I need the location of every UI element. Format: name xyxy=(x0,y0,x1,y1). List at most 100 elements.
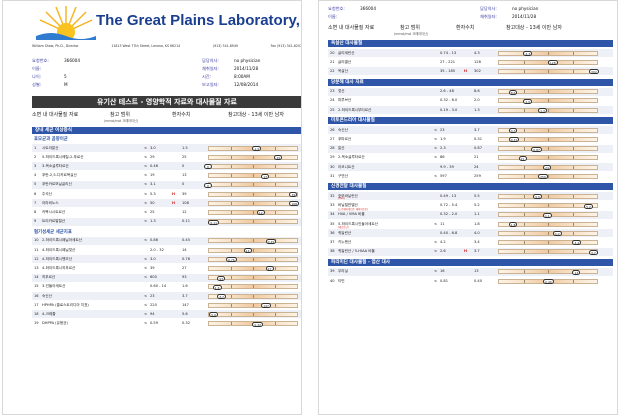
value-marker: 1.8 xyxy=(508,222,518,227)
info-value: 2014/11/28 xyxy=(234,66,259,71)
range-bar: 0 xyxy=(204,163,298,170)
high-flag: H xyxy=(172,191,176,196)
sun-logo-icon xyxy=(36,6,96,40)
analyte-name: HVA / VMA 비율 xyxy=(338,212,365,217)
patient-value: 13 xyxy=(474,269,479,274)
value-marker: 3.7 xyxy=(589,249,598,255)
analyte-name: 푸란-2,5-디카르복실산 xyxy=(42,173,77,178)
reference-range: 5.3 xyxy=(150,191,156,196)
bar-tick xyxy=(548,270,549,274)
bar-tick xyxy=(548,250,549,254)
high-flag: H xyxy=(172,200,176,205)
reference-range: 1.9 xyxy=(440,136,446,141)
p2-col-ref: 참고 범위 xyxy=(400,25,420,31)
patient-value: 0.11 xyxy=(182,219,191,224)
bar-tick xyxy=(231,155,232,159)
bar-tick xyxy=(275,220,276,224)
table-row: 10 2-하이드록시페닐아세트산 ≤0.86 0.45 0.45 xyxy=(32,236,302,245)
patient-value: 4.0 xyxy=(474,230,480,235)
reference-range: 1.3 xyxy=(150,219,156,224)
value-marker: 4.0 xyxy=(552,231,562,237)
bar-tick xyxy=(253,201,254,205)
range-bar: 0.31 xyxy=(498,136,598,143)
bar-tick xyxy=(572,147,573,151)
value-marker: 0.32 xyxy=(252,321,264,327)
patient-value: 93 xyxy=(182,275,187,280)
range-bar: 13 xyxy=(208,173,298,179)
reference-range: 39 xyxy=(150,265,155,270)
range-bar: 3.7 xyxy=(208,293,298,299)
bar-tick xyxy=(275,276,276,280)
reference-range: 27 - 221 xyxy=(440,59,456,64)
bar-tick xyxy=(572,99,573,103)
bar-tick xyxy=(548,194,549,198)
ref-operator: ≤ xyxy=(434,173,438,178)
bar-tick xyxy=(523,240,524,244)
bar-tick xyxy=(231,192,232,196)
reference-range: 29 xyxy=(150,154,155,159)
table-row: 21 글리콜산 27 - 221 128 128 xyxy=(328,58,613,66)
bar-tick xyxy=(231,146,232,150)
report-page-2: 요청번호: 366004 이름: 담당의사: no physician 채취일자: 2… xyxy=(318,0,618,415)
value-marker: 5.5 xyxy=(533,194,542,200)
reference-range: 23 xyxy=(440,127,445,132)
ref-operator: ≤ xyxy=(144,163,148,168)
bar-tick xyxy=(523,90,524,94)
bar-tick xyxy=(572,60,573,64)
range-bar: 25 xyxy=(208,154,298,161)
row-number: 28 xyxy=(330,146,335,151)
value-marker: 0.40 xyxy=(543,279,554,284)
reference-range: 2.6 - 48 xyxy=(440,89,454,94)
ref-operator: ≤ xyxy=(144,209,148,214)
patient-value: 25 xyxy=(182,154,187,159)
row-number: 37 xyxy=(330,239,335,244)
row-number: 30 xyxy=(330,164,335,169)
table-row: 22 옥살산 35 - 185 H 302 302 xyxy=(328,67,613,76)
table-row: 9 트리카르발릴산 ≤1.3 0.11 0.11 xyxy=(32,217,302,226)
bar-tick xyxy=(275,174,276,178)
bar-tick xyxy=(548,137,549,141)
reference-range: 0.19 - 3.0 xyxy=(440,107,458,112)
table-row: 25 2-하이드록시부티르산 0.19 - 3.0 1.3 1.3 xyxy=(328,106,613,114)
bar-tick xyxy=(231,239,232,243)
value-marker: 128 xyxy=(547,60,558,66)
analyte-name: 2-옥소글루타르산 xyxy=(338,155,365,160)
p2-physician-label: 담당의사: xyxy=(480,6,497,11)
value-marker: 108 xyxy=(289,201,300,207)
lab-name: The Great Plains Laboratory, Inc. xyxy=(96,12,302,29)
row-number: 13 xyxy=(34,265,39,270)
reference-range: 16 xyxy=(440,269,445,274)
patient-value: 39 xyxy=(182,191,187,196)
analyte-name: 4-하이드록시페닐젖산 xyxy=(42,247,76,252)
bar-tick xyxy=(523,194,524,198)
bar-tick xyxy=(253,239,254,243)
patient-value: 147 xyxy=(182,302,189,307)
column-headers: 소변 내 대사물질 자료 참고 범위 (mmol/mol 크레아티닌) 환자수치… xyxy=(32,111,302,125)
bar-tick xyxy=(523,165,524,169)
reference-range: 25 xyxy=(150,209,155,214)
analyte-name: 말산 xyxy=(338,146,345,151)
reference-range: 597 xyxy=(440,173,447,178)
bar-tick xyxy=(253,210,254,214)
bar-tick xyxy=(523,231,524,235)
bar-tick xyxy=(523,147,524,151)
info-label: 시간: xyxy=(202,74,212,79)
p2-col-ref-sub: (mmol/mol 크레아티닌) xyxy=(394,32,429,36)
range-bar: 108 xyxy=(208,200,300,207)
analyte-name: 티민 xyxy=(338,278,345,283)
value-marker: 0 xyxy=(204,164,212,170)
section-header: 미토콘드리아 대사물질 xyxy=(328,117,613,125)
analyte-name: 푸란카르보닐글리신 xyxy=(42,182,72,187)
table-row: 3 3-옥소글루타르산 ≤0.46 0 0 xyxy=(32,162,302,171)
patient-value: 0 xyxy=(182,163,185,168)
info-label: 요청번호: xyxy=(32,58,49,63)
row-number: 18 xyxy=(34,311,39,316)
patient-value: 1.5 xyxy=(182,145,188,150)
ref-operator: ≤ xyxy=(434,127,438,132)
patient-value: 1.1 xyxy=(474,212,480,217)
bar-tick xyxy=(548,99,549,103)
analyte-name: 4-하이드록시벤조산 xyxy=(42,256,73,261)
section-header: 당분해 대사 자료 xyxy=(328,78,613,86)
row-number: 10 xyxy=(34,238,39,243)
analyte-name: 5-하이드록시메틸-2-푸로산 xyxy=(42,154,84,159)
